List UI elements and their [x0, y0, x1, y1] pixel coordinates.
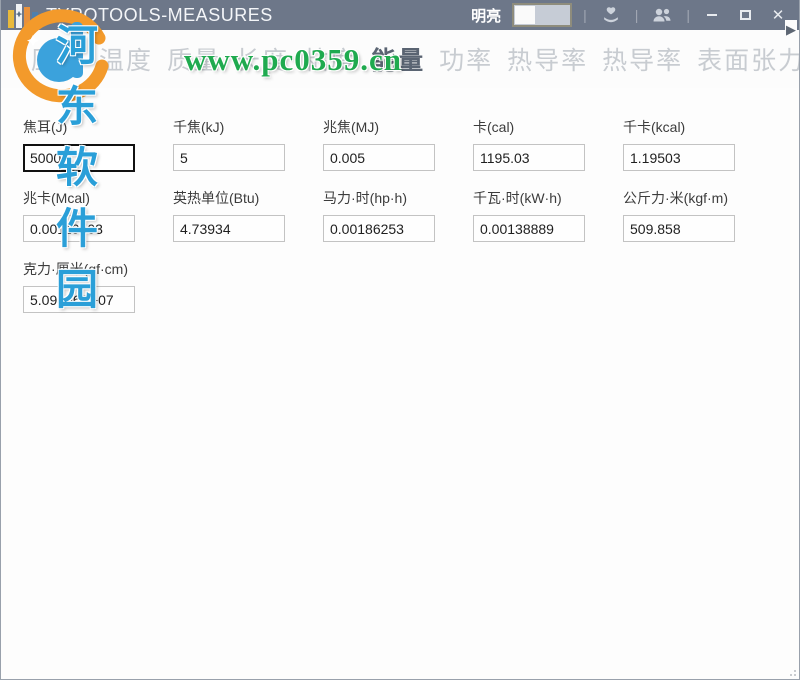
megajoule-input[interactable] — [323, 144, 435, 171]
donate-button[interactable] — [598, 3, 624, 27]
theme-toggle[interactable] — [512, 3, 572, 27]
field-label: 千焦(kJ) — [173, 118, 323, 136]
tab-length[interactable]: 长度 — [235, 41, 289, 77]
tab-power[interactable]: 功率 — [439, 41, 493, 77]
title-bar: TYROTOOLS-MEASURES 明亮 | | — [1, 0, 799, 30]
field-label: 卡(cal) — [473, 118, 623, 136]
heart-hand-icon — [601, 5, 621, 25]
field-label: 千瓦·时(kW·h) — [473, 189, 623, 207]
kilogram-force-meter-input[interactable] — [623, 215, 735, 242]
tab-pressure[interactable]: 压力 — [31, 41, 85, 77]
tab-temperature[interactable]: 温度 — [99, 41, 153, 77]
tab-energy[interactable]: 能量 — [371, 41, 425, 77]
separator: | — [686, 7, 690, 23]
joule-input[interactable]: 5000 — [23, 144, 135, 172]
separator: | — [635, 7, 639, 23]
field-label: 兆卡(Mcal) — [23, 189, 173, 207]
field-kilogram-force-meter: 公斤力·米(kgf·m) — [623, 185, 773, 256]
app-logo-icon — [6, 2, 38, 28]
field-label: 公斤力·米(kgf·m) — [623, 189, 773, 207]
tab-bar: 压力 温度 质量 长度 粘度 能量 功率 热导率 热导率 表面张力 — [1, 30, 799, 88]
minimize-button[interactable] — [701, 3, 723, 27]
tab-surface-tension[interactable]: 表面张力 — [697, 41, 799, 77]
toggle-knob — [515, 6, 535, 24]
field-label: 马力·时(hp·h) — [323, 189, 473, 207]
field-megajoule: 兆焦(MJ) — [323, 114, 473, 185]
field-horsepower-hour: 马力·时(hp·h) — [323, 185, 473, 256]
kilojoule-input[interactable] — [173, 144, 285, 171]
horsepower-hour-input[interactable] — [323, 215, 435, 242]
field-megacalorie: 兆卡(Mcal) — [23, 185, 173, 256]
field-calorie: 卡(cal) — [473, 114, 623, 185]
tab-thermal-conductivity-2[interactable]: 热导率 — [602, 41, 683, 77]
tab-mass[interactable]: 质量 — [167, 41, 221, 77]
megacalorie-input[interactable] — [23, 215, 135, 242]
gram-force-centimeter-input[interactable] — [23, 286, 135, 313]
kilowatt-hour-input[interactable] — [473, 215, 585, 242]
minimize-icon — [707, 14, 717, 16]
calorie-input[interactable] — [473, 144, 585, 171]
users-button[interactable] — [649, 3, 675, 27]
users-icon — [651, 5, 673, 25]
close-icon: ✕ — [772, 6, 785, 24]
field-label: 克力·厘米(gf·cm) — [23, 260, 173, 278]
field-kilojoule: 千焦(kJ) — [173, 114, 323, 185]
field-label: 千卡(kcal) — [623, 118, 773, 136]
maximize-icon — [740, 10, 751, 20]
tab-viscosity[interactable]: 粘度 — [303, 41, 357, 77]
window-title: TYROTOOLS-MEASURES — [46, 5, 273, 26]
tabs-overflow-arrow[interactable]: ▶ — [785, 20, 797, 40]
field-label: 兆焦(MJ) — [323, 118, 473, 136]
resize-grip[interactable] — [786, 666, 796, 676]
app-window: TYROTOOLS-MEASURES 明亮 | | — [0, 0, 800, 680]
text-caret — [62, 150, 63, 166]
field-joule: 焦耳(J) 5000 — [23, 114, 173, 185]
field-label: 焦耳(J) — [23, 118, 173, 136]
brightness-label: 明亮 — [471, 5, 501, 26]
field-btu: 英热单位(Btu) — [173, 185, 323, 256]
btu-input[interactable] — [173, 215, 285, 242]
field-gram-force-centimeter: 克力·厘米(gf·cm) — [23, 256, 173, 327]
field-kilowatt-hour: 千瓦·时(kW·h) — [473, 185, 623, 256]
tab-thermal-conductivity[interactable]: 热导率 — [507, 41, 588, 77]
kilocalorie-input[interactable] — [623, 144, 735, 171]
field-label: 英热单位(Btu) — [173, 189, 323, 207]
field-kilocalorie: 千卡(kcal) — [623, 114, 773, 185]
separator: | — [583, 7, 587, 23]
conversion-form: 焦耳(J) 5000 千焦(kJ) 兆焦(MJ) 卡(cal) 千卡(kcal)… — [23, 114, 783, 327]
maximize-button[interactable] — [734, 3, 756, 27]
